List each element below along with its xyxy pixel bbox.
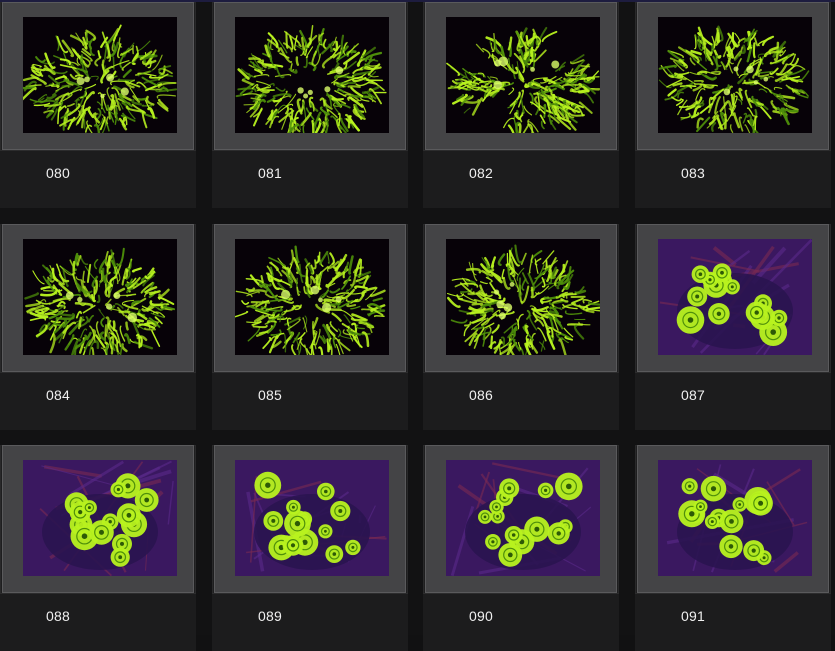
coral-photo[interactable]	[23, 17, 177, 133]
coral-illustration	[446, 239, 600, 355]
coral-photo[interactable]	[446, 239, 600, 355]
thumbnail-item[interactable]: 084	[0, 224, 196, 430]
thumbnail-item[interactable]: 080	[0, 2, 196, 208]
coral-photo[interactable]	[23, 460, 177, 576]
coral-illustration	[23, 239, 177, 355]
coral-photo[interactable]	[23, 239, 177, 355]
coral-illustration	[23, 17, 177, 133]
thumbnail-label: 087	[681, 387, 705, 403]
thumbnail-label: 081	[258, 165, 282, 181]
thumbnail-caption: 090	[423, 593, 619, 651]
thumbnail-caption: 085	[212, 372, 408, 430]
thumbnail-caption: 080	[0, 150, 196, 208]
thumbnail-label: 082	[469, 165, 493, 181]
coral-illustration	[446, 460, 600, 576]
coral-illustration	[658, 239, 812, 355]
thumbnail-item[interactable]: 088	[0, 445, 196, 651]
thumbnail-item[interactable]: 091	[635, 445, 831, 651]
thumbnail-item[interactable]: 082	[423, 2, 619, 208]
thumbnail-caption: 087	[635, 372, 831, 430]
thumbnail-frame	[425, 445, 617, 593]
thumbnail-caption: 084	[0, 372, 196, 430]
coral-illustration	[235, 460, 389, 576]
coral-photo[interactable]	[235, 239, 389, 355]
thumbnail-label: 090	[469, 608, 493, 624]
thumbnail-item[interactable]: 081	[212, 2, 408, 208]
thumbnail-caption: 088	[0, 593, 196, 651]
thumbnail-label: 088	[46, 608, 70, 624]
thumbnail-item[interactable]: 083	[635, 2, 831, 208]
coral-photo[interactable]	[658, 239, 812, 355]
thumbnail-frame	[637, 445, 829, 593]
thumbnail-caption: 086	[423, 372, 619, 430]
coral-illustration	[23, 460, 177, 576]
thumbnail-frame	[2, 2, 194, 150]
thumbnail-frame	[214, 445, 406, 593]
thumbnail-frame	[425, 2, 617, 150]
thumbnail-label: 089	[258, 608, 282, 624]
thumbnail-label: 083	[681, 165, 705, 181]
thumbnail-frame	[2, 445, 194, 593]
thumbnail-label: 091	[681, 608, 705, 624]
thumbnail-caption: 083	[635, 150, 831, 208]
coral-illustration	[446, 17, 600, 133]
coral-illustration	[658, 17, 812, 133]
thumbnail-frame	[637, 224, 829, 372]
thumbnail-caption: 091	[635, 593, 831, 651]
thumbnail-item[interactable]: 086	[423, 224, 619, 430]
thumbnail-frame	[214, 224, 406, 372]
thumbnail-frame	[2, 224, 194, 372]
thumbnail-caption: 081	[212, 150, 408, 208]
thumbnail-label: 084	[46, 387, 70, 403]
thumbnail-frame	[214, 2, 406, 150]
coral-photo[interactable]	[658, 460, 812, 576]
coral-photo[interactable]	[235, 460, 389, 576]
coral-illustration	[658, 460, 812, 576]
thumbnail-caption: 089	[212, 593, 408, 651]
coral-photo[interactable]	[446, 460, 600, 576]
thumbnail-item[interactable]: 089	[212, 445, 408, 651]
coral-photo[interactable]	[446, 17, 600, 133]
thumbnail-item[interactable]: 085	[212, 224, 408, 430]
thumbnail-item[interactable]: 090	[423, 445, 619, 651]
thumbnail-item[interactable]: 087	[635, 224, 831, 430]
thumbnail-label: 085	[258, 387, 282, 403]
coral-illustration	[235, 239, 389, 355]
coral-illustration	[235, 17, 389, 133]
thumbnail-caption: 082	[423, 150, 619, 208]
thumbnail-label: 080	[46, 165, 70, 181]
thumbnail-frame	[425, 224, 617, 372]
coral-photo[interactable]	[658, 17, 812, 133]
thumbnail-frame	[637, 2, 829, 150]
coral-photo[interactable]	[235, 17, 389, 133]
thumbnail-label: 086	[469, 387, 493, 403]
thumbnail-gallery: 080 081 082 083 084 085 086 087 088 089 …	[0, 0, 835, 651]
